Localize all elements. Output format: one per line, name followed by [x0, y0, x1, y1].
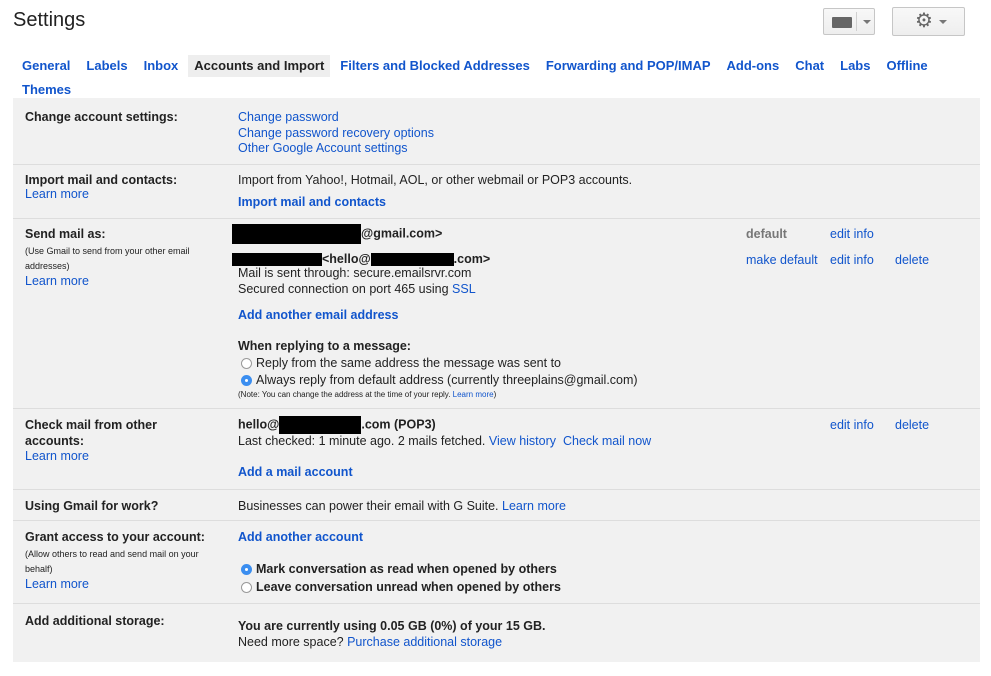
grant-label: Grant access to your account: — [25, 530, 205, 544]
settings-menu-button[interactable]: ⚙ — [892, 7, 965, 36]
add-another-account-link[interactable]: Add another account — [238, 530, 363, 544]
edit-info-link[interactable]: edit info — [830, 418, 874, 432]
reply-default-option[interactable]: Always reply from default address (curre… — [241, 373, 638, 387]
check-mail-learn-more-link[interactable]: Learn more — [25, 449, 185, 465]
leave-unread-label: Leave conversation unread when opened by… — [256, 580, 561, 594]
redacted-block — [370, 253, 454, 267]
reply-same-label: Reply from the same address the message … — [256, 356, 562, 370]
redacted-block — [232, 253, 322, 267]
work-learn-more-link[interactable]: Learn more — [502, 499, 566, 513]
import-description: Import from Yahoo!, Hotmail, AOL, or oth… — [238, 173, 633, 187]
tab-labs[interactable]: Labs — [834, 55, 876, 77]
delete-link[interactable]: delete — [895, 253, 929, 267]
work-row: Using Gmail for work? Businesses can pow… — [13, 490, 980, 521]
leave-unread-option[interactable]: Leave conversation unread when opened by… — [241, 580, 561, 594]
make-default-link[interactable]: make default — [746, 253, 818, 267]
tab-general[interactable]: General — [16, 55, 76, 77]
address-2-suffix: .com> — [453, 252, 491, 266]
secured-text: Secured connection on port 465 using — [238, 281, 453, 296]
settings-panel: Change account settings: Change password… — [13, 98, 980, 662]
change-password-link[interactable]: Change password — [238, 110, 339, 124]
check-mail-row: Check mail from other accounts: Learn mo… — [13, 409, 980, 490]
edit-info-link[interactable]: edit info — [830, 227, 874, 241]
work-label: Using Gmail for work? — [25, 499, 159, 513]
reply-default-radio[interactable] — [241, 375, 252, 387]
redacted-block — [279, 416, 362, 434]
tab-offline[interactable]: Offline — [880, 55, 933, 77]
storage-row: Add additional storage: You are currentl… — [13, 604, 980, 662]
sent-through-text: Mail is sent through: secure.emailsrvr.c… — [238, 266, 472, 280]
tab-filters[interactable]: Filters and Blocked Addresses — [334, 55, 536, 77]
other-account-settings-link[interactable]: Other Google Account settings — [238, 141, 408, 155]
reply-note: (Note: You can change the address at the… — [238, 390, 453, 399]
delete-link[interactable]: delete — [895, 418, 929, 432]
chevron-down-icon — [863, 20, 871, 24]
change-account-row: Change account settings: Change password… — [13, 98, 980, 165]
send-as-row: Send mail as: (Use Gmail to send from yo… — [13, 219, 980, 409]
edit-info-link[interactable]: edit info — [830, 253, 874, 267]
grant-row: Grant access to your account: (Allow oth… — [13, 521, 980, 604]
purchase-storage-link[interactable]: Purchase additional storage — [347, 635, 502, 649]
ssl-link[interactable]: SSL — [452, 282, 476, 296]
redacted-block — [232, 224, 361, 244]
import-learn-more-link[interactable]: Learn more — [25, 187, 177, 201]
keyboard-icon — [832, 17, 852, 28]
need-more-text: Need more space? — [238, 635, 348, 649]
work-text: Businesses can power their email with G … — [238, 499, 503, 513]
mark-read-option[interactable]: Mark conversation as read when opened by… — [241, 562, 557, 576]
reply-same-option[interactable]: Reply from the same address the message … — [241, 356, 561, 370]
import-label: Import mail and contacts: — [25, 173, 178, 187]
add-email-address-link[interactable]: Add another email address — [238, 308, 398, 322]
chevron-down-icon — [939, 20, 947, 24]
import-mail-link[interactable]: Import mail and contacts — [238, 195, 386, 209]
tab-labels[interactable]: Labels — [80, 55, 133, 77]
check-mail-label: Check mail from other accounts: — [25, 418, 157, 448]
send-as-learn-more-link[interactable]: Learn more — [25, 274, 195, 288]
page-title: Settings — [13, 9, 86, 31]
check-mail-now-link[interactable]: Check mail now — [563, 434, 651, 448]
add-mail-account-link[interactable]: Add a mail account — [238, 465, 353, 479]
gear-icon: ⚙ — [915, 10, 933, 32]
view-history-link[interactable]: View history — [489, 434, 556, 448]
tab-chat[interactable]: Chat — [789, 55, 830, 77]
grant-note: (Allow others to read and send mail on y… — [25, 549, 199, 574]
reply-default-label: Always reply from default address (curre… — [256, 373, 638, 387]
change-account-label: Change account settings: — [25, 110, 178, 124]
address-2-mid: <hello@ — [322, 252, 371, 266]
leave-unread-radio[interactable] — [241, 582, 252, 594]
pop3-address-prefix: hello@ — [238, 417, 280, 432]
pop3-address-suffix: .com (POP3) — [361, 417, 436, 432]
send-as-note: (Use Gmail to send from your other email… — [25, 246, 190, 271]
import-row: Import mail and contacts: Learn more Imp… — [13, 165, 980, 219]
default-label: default — [746, 227, 787, 241]
tab-addons[interactable]: Add-ons — [721, 55, 786, 77]
storage-label: Add additional storage: — [25, 614, 165, 628]
tab-accounts-and-import[interactable]: Accounts and Import — [188, 55, 331, 77]
reply-note-end: ) — [493, 390, 497, 399]
settings-tabs: General Labels Inbox Accounts and Import Fil… — [16, 55, 976, 101]
mark-read-label: Mark conversation as read when opened by… — [256, 562, 557, 576]
input-tools-button[interactable] — [823, 8, 875, 35]
reply-note-learn-more-link[interactable]: Learn more — [453, 390, 494, 399]
reply-same-radio[interactable] — [241, 358, 252, 370]
address-1: @gmail.com> — [361, 226, 443, 241]
divider — [856, 12, 857, 31]
tab-forwarding[interactable]: Forwarding and POP/IMAP — [540, 55, 717, 77]
mark-read-radio[interactable] — [241, 564, 252, 576]
last-checked-text: Last checked: 1 minute ago. 2 mails fetc… — [238, 434, 486, 448]
grant-learn-more-link[interactable]: Learn more — [25, 577, 215, 591]
send-as-label: Send mail as: — [25, 227, 106, 241]
reply-heading: When replying to a message: — [238, 339, 411, 353]
change-recovery-link[interactable]: Change password recovery options — [238, 126, 434, 140]
storage-usage: You are currently using 0.05 GB (0%) of … — [238, 619, 546, 633]
tab-inbox[interactable]: Inbox — [138, 55, 185, 77]
